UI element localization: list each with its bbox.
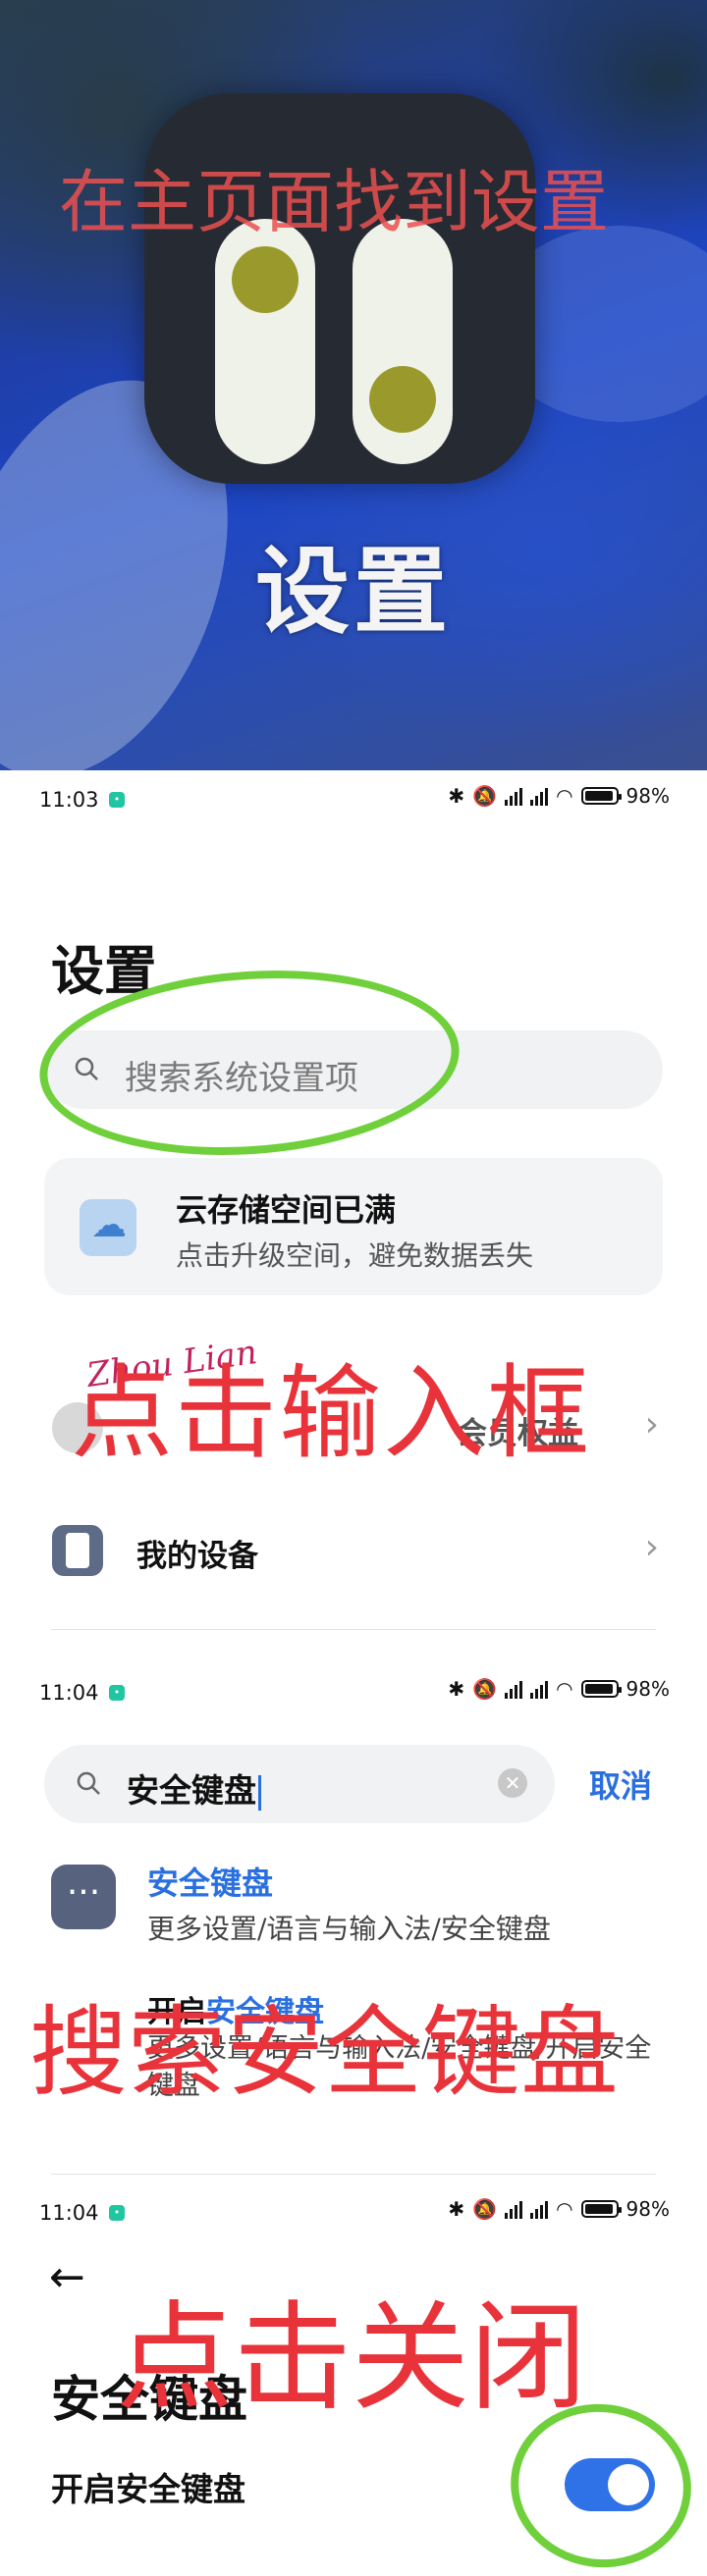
annotation-find-settings: 在主页面找到设置 bbox=[59, 162, 609, 242]
signal-icon bbox=[530, 1679, 549, 1699]
search-screen-panel: 11:04 • ✱ 🔕 ◠ 98% 安全键盘 ✕ 取消 ··· 安全键盘 更多设… bbox=[0, 1663, 707, 2183]
my-device-row[interactable]: 我的设备 › bbox=[44, 1511, 663, 1590]
notification-icon: • bbox=[109, 1685, 125, 1701]
chevron-right-icon: › bbox=[644, 1404, 659, 1445]
status-time: 11:04 bbox=[39, 2201, 99, 2225]
chevron-right-icon: › bbox=[644, 1527, 659, 1567]
home-screen-panel: 设置 在主页面找到设置 bbox=[0, 0, 707, 770]
signal-icon bbox=[505, 2199, 523, 2219]
divider bbox=[51, 2174, 656, 2175]
status-bar: 11:03 • ✱ 🔕 ◠ 98% bbox=[0, 770, 707, 829]
bluetooth-icon: ✱ bbox=[448, 2197, 465, 2221]
mute-icon: 🔕 bbox=[472, 784, 498, 808]
wifi-icon: ◠ bbox=[556, 1677, 573, 1701]
cloud-card-subtitle: 点击升级空间，避免数据丢失 bbox=[176, 1239, 534, 1272]
search-query-text: 安全键盘 bbox=[127, 1771, 256, 1810]
signal-icon bbox=[530, 2199, 549, 2219]
search-query: 安全键盘 bbox=[127, 1764, 261, 1812]
signal-icon bbox=[530, 786, 549, 806]
annotation-tap-input: 点击输入框 bbox=[71, 1353, 592, 1473]
status-time: 11:03 bbox=[39, 788, 99, 812]
search-icon bbox=[77, 1771, 100, 1795]
signal-icon bbox=[505, 1679, 523, 1699]
cancel-button[interactable]: 取消 bbox=[589, 1761, 652, 1807]
back-arrow-icon[interactable]: ← bbox=[49, 2252, 85, 2302]
signal-icon bbox=[505, 786, 523, 806]
cloud-card-title: 云存储空间已满 bbox=[176, 1191, 397, 1229]
mute-icon: 🔕 bbox=[472, 2197, 498, 2221]
more-dots-icon: ··· bbox=[51, 1865, 116, 1929]
settings-icon-right-pill bbox=[353, 219, 453, 464]
battery-icon bbox=[580, 2200, 622, 2218]
wifi-icon: ◠ bbox=[556, 784, 573, 808]
divider bbox=[51, 1629, 656, 1630]
wifi-icon: ◠ bbox=[556, 2197, 573, 2221]
status-bar: 11:04 • ✱ 🔕 ◠ 98% bbox=[0, 1663, 707, 1722]
notification-icon: • bbox=[109, 792, 125, 808]
mute-icon: 🔕 bbox=[472, 1677, 498, 1701]
battery-level: 98% bbox=[625, 2197, 670, 2221]
status-icons: ✱ 🔕 ◠ 98% bbox=[448, 2197, 670, 2221]
result-title: 安全键盘 bbox=[147, 1865, 274, 1902]
settings-screen-panel: 11:03 • ✱ 🔕 ◠ 98% 设置 搜索系统设置项 云存储空间已满 点击升… bbox=[0, 770, 707, 1663]
battery-icon bbox=[580, 787, 622, 805]
text-caret bbox=[258, 1775, 261, 1811]
clear-icon[interactable]: ✕ bbox=[498, 1768, 527, 1798]
status-icons: ✱ 🔕 ◠ 98% bbox=[448, 1677, 670, 1701]
cloud-icon bbox=[80, 1199, 136, 1256]
settings-app-label[interactable]: 设置 bbox=[0, 515, 707, 652]
secure-keyboard-panel: 11:04 • ✱ 🔕 ◠ 98% ← 安全键盘 开启安全键盘 点击关闭 bbox=[0, 2183, 707, 2576]
bluetooth-icon: ✱ bbox=[448, 784, 465, 808]
battery-level: 98% bbox=[625, 784, 670, 808]
annotation-tap-off: 点击关闭 bbox=[116, 2290, 587, 2427]
bluetooth-icon: ✱ bbox=[448, 1677, 465, 1701]
result-path: 更多设置/语言与输入法/安全键盘 bbox=[147, 1913, 551, 1945]
toggle-label: 开启安全键盘 bbox=[51, 2470, 245, 2508]
status-icons: ✱ 🔕 ◠ 98% bbox=[448, 784, 670, 808]
cloud-storage-card[interactable]: 云存储空间已满 点击升级空间，避免数据丢失 bbox=[44, 1158, 663, 1295]
battery-icon bbox=[580, 1680, 622, 1698]
settings-icon-left-pill bbox=[215, 219, 315, 464]
status-bar: 11:04 • ✱ 🔕 ◠ 98% bbox=[0, 2183, 707, 2242]
status-time: 11:04 bbox=[39, 1681, 99, 1705]
battery-level: 98% bbox=[625, 1677, 670, 1701]
search-input[interactable]: 安全键盘 ✕ bbox=[44, 1745, 555, 1823]
annotation-search-keyboard: 搜索安全键盘 bbox=[29, 1995, 619, 2110]
notification-icon: • bbox=[109, 2205, 125, 2221]
my-device-label: 我的设备 bbox=[136, 1539, 258, 1574]
phone-icon bbox=[52, 1525, 103, 1576]
